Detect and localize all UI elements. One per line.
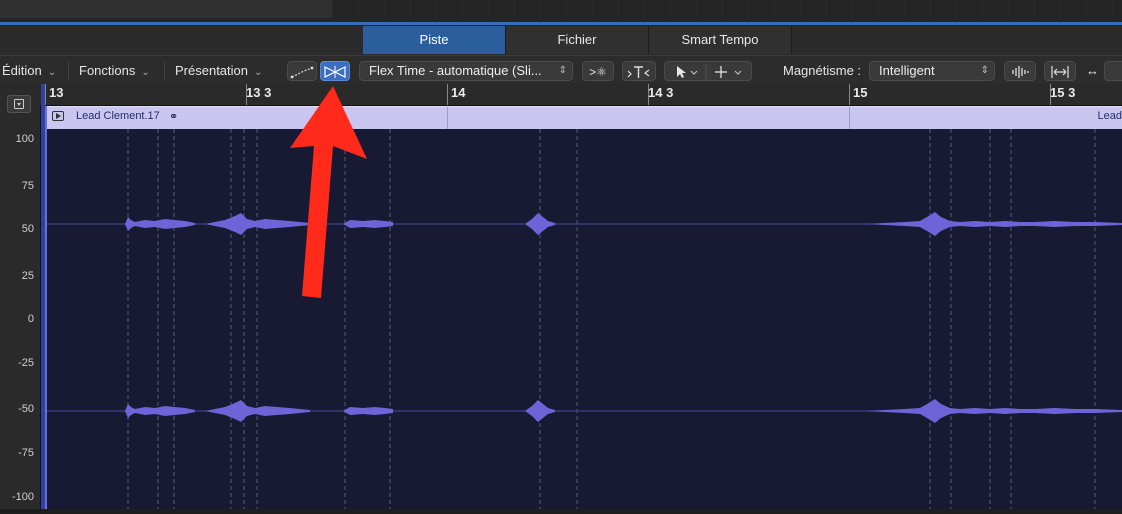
y-label: 0: [27, 313, 34, 325]
editor-tabs: Piste Fichier Smart Tempo: [0, 26, 1122, 55]
ruler-tick: [849, 84, 850, 105]
y-label: -100: [11, 491, 34, 503]
menu-edition-label: Édition: [2, 63, 42, 78]
divider: [68, 62, 69, 80]
flex-button[interactable]: [320, 61, 350, 81]
collapse-icon: [14, 99, 24, 109]
region-divider: [447, 107, 448, 129]
tab-piste[interactable]: Piste: [363, 26, 506, 54]
snap-label: Magnétisme :: [783, 63, 862, 78]
region-name: Lead Clement.17: [76, 110, 160, 122]
region-left-edge: [45, 106, 47, 509]
editor-toolbar: Édition ⌄ Fonctions ⌄ Présentation ⌄ Flex T…: [0, 55, 1122, 86]
menu-presentation[interactable]: Présentation ⌄: [175, 62, 262, 80]
chevron-down-icon: ⌄: [141, 67, 150, 78]
automation-curve-button[interactable]: [287, 61, 317, 81]
ruler-label: 13 3: [246, 85, 272, 100]
y-label: -50: [18, 403, 34, 415]
catch-icon: [627, 66, 650, 78]
waveform-zoom-button[interactable]: [1004, 61, 1036, 81]
waveform-area[interactable]: [45, 129, 1122, 509]
region-divider: [849, 107, 850, 129]
ruler-label: 15: [853, 85, 868, 100]
flex-icon: [324, 66, 346, 78]
fit-button[interactable]: [1044, 61, 1076, 81]
y-label: 100: [15, 133, 34, 145]
ruler-label: 14 3: [648, 85, 674, 100]
chevron-down-icon: ⌄: [47, 67, 57, 78]
tool-menus[interactable]: [664, 61, 752, 81]
tab-smart-tempo[interactable]: Smart Tempo: [649, 26, 792, 54]
upper-track-header: [0, 0, 333, 18]
y-label: 75: [21, 180, 34, 192]
palette-button[interactable]: >⚛: [582, 61, 614, 81]
flex-mode-select[interactable]: Flex Time - automatique (Sli... ⇕: [359, 61, 573, 81]
catch-button[interactable]: [622, 61, 656, 81]
ruler-tick: [45, 84, 46, 105]
ruler-label: 15 3: [1050, 85, 1076, 100]
menu-edition[interactable]: Édition ⌄: [2, 62, 56, 80]
tab-fichier[interactable]: Fichier: [506, 26, 649, 54]
resize-icon[interactable]: ↔: [1086, 62, 1099, 80]
loop-icon: ⚭: [169, 111, 179, 123]
snap-select[interactable]: Intelligent ⇕: [869, 61, 995, 81]
upper-track-grid: [332, 0, 1122, 18]
bar-ruler[interactable]: 13 13 3 14 14 3 15 15 3: [40, 84, 1122, 106]
ruler-label: 14: [451, 85, 466, 100]
y-label: -75: [18, 447, 34, 459]
flex-mode-value: Flex Time - automatique (Sli...: [369, 63, 542, 78]
amplitude-axis: 100 75 50 25 0 -25 -50 -75 -100: [0, 130, 34, 508]
fit-icon: [1051, 66, 1069, 78]
y-label: -25: [18, 357, 34, 369]
palette-icon: >⚛: [589, 65, 607, 79]
playhead-lane: [0, 22, 1122, 25]
next-region-name: Lead: [1097, 110, 1122, 122]
waveform: [45, 129, 1122, 509]
waveform-zoom-icon: [1012, 66, 1029, 78]
collapse-button[interactable]: [7, 95, 31, 113]
menu-fonctions[interactable]: Fonctions ⌄: [79, 62, 150, 80]
ruler-label: 13: [49, 85, 64, 100]
zoom-slider[interactable]: [1104, 61, 1122, 81]
y-label: 50: [21, 223, 34, 235]
chevron-down-icon: ⌄: [254, 67, 263, 78]
menu-presentation-label: Présentation: [175, 63, 248, 78]
updown-icon: ⇕: [558, 65, 567, 76]
y-label: 25: [21, 270, 34, 282]
play-icon[interactable]: [52, 111, 64, 121]
snap-value: Intelligent: [879, 63, 935, 78]
updown-icon: ⇕: [980, 65, 989, 76]
ruler-tick: [447, 84, 448, 105]
menu-fonctions-label: Fonctions: [79, 63, 136, 78]
region-header[interactable]: Lead Clement.17 ⚭ Lead: [45, 106, 1122, 129]
curve-icon: [290, 66, 314, 79]
divider: [164, 62, 165, 80]
pointer-tool-icon: [677, 65, 742, 79]
